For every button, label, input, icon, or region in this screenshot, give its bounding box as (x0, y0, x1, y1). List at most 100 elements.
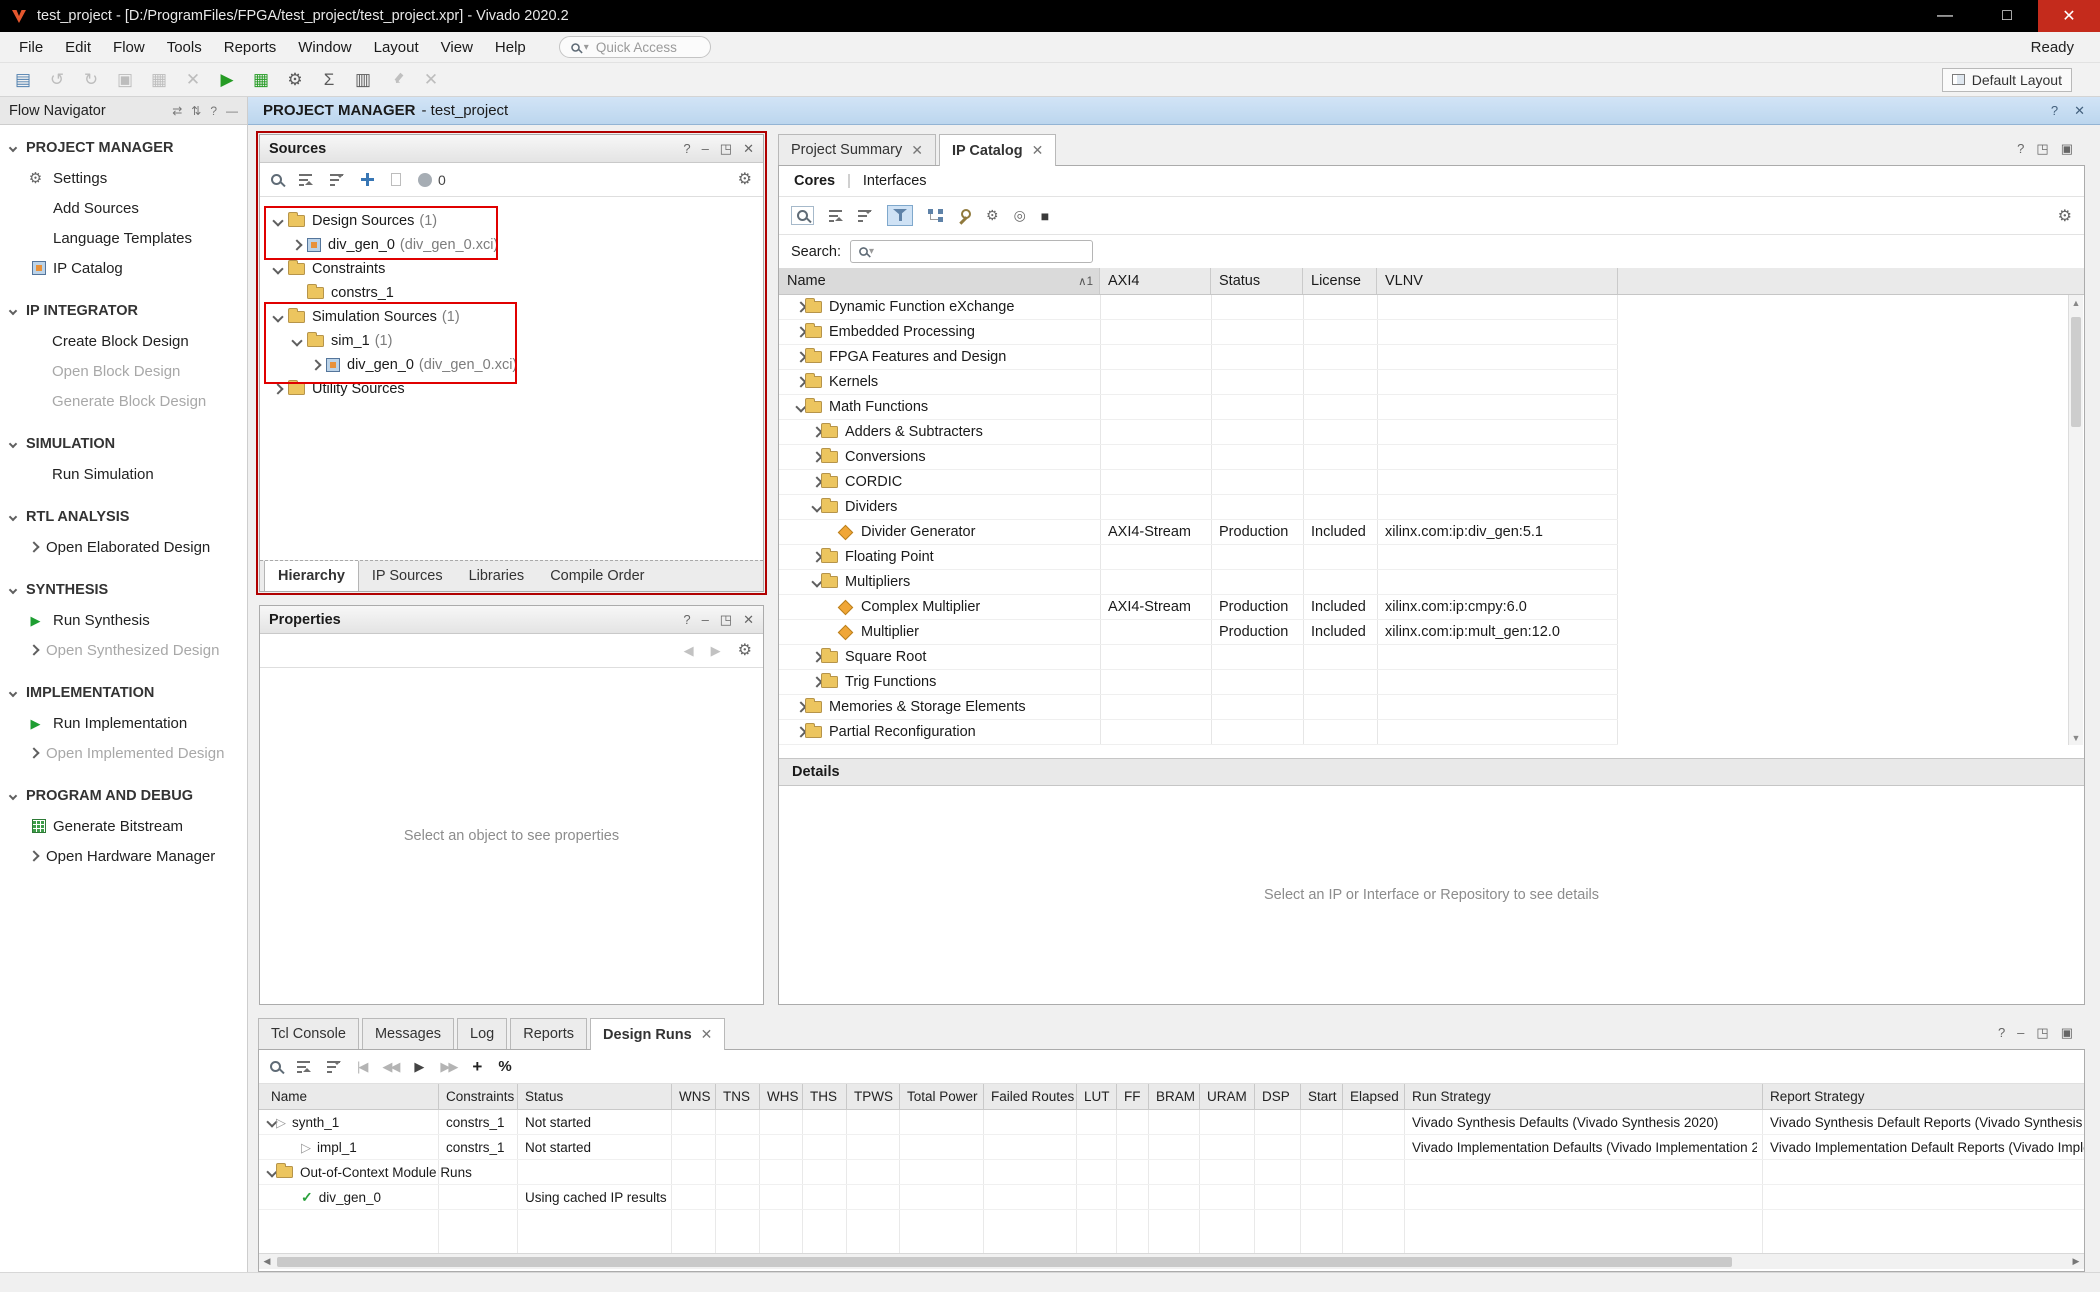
window-close-button[interactable]: ✕ (2038, 0, 2100, 32)
close-icon[interactable]: ✕ (2074, 103, 2085, 119)
bottom-tab-reports[interactable]: Reports (510, 1018, 587, 1049)
runs-column-ths[interactable]: THS (810, 1084, 837, 1109)
runs-row-synth-1[interactable]: ▷synth_1constrs_1Not startedVivado Synth… (259, 1110, 2084, 1135)
settings-gear-icon[interactable]: ⚙ (282, 67, 308, 93)
runs-column-run-strategy[interactable]: Run Strategy (1412, 1084, 1491, 1109)
flow-item-run-simulation[interactable]: Run Simulation (0, 459, 247, 489)
flow-item-ip-catalog[interactable]: IP Catalog (0, 253, 247, 283)
help-icon[interactable]: ? (683, 612, 690, 628)
runs-column-name[interactable]: Name (271, 1084, 307, 1109)
help-icon[interactable]: ? (2017, 141, 2024, 157)
ip-tree-row-multiplier[interactable]: MultiplierProductionIncludedxilinx.com:i… (779, 620, 1618, 645)
flow-item-open-elaborated-design[interactable]: Open Elaborated Design (0, 532, 247, 562)
edit-pencil-icon[interactable] (384, 67, 410, 93)
flow-item-language-templates[interactable]: Language Templates (0, 223, 247, 253)
ip-tree-row-square-root[interactable]: Square Root (779, 645, 1618, 670)
ip-tree-row-embedded-processing[interactable]: Embedded Processing (779, 320, 1618, 345)
runs-column-bram[interactable]: BRAM (1156, 1084, 1195, 1109)
flow-section-header[interactable]: SYNTHESIS (0, 575, 247, 605)
maximize-icon[interactable]: ▣ (2061, 141, 2073, 157)
source-tree-item-div-gen-0[interactable]: div_gen_0(div_gen_0.xci) (260, 233, 763, 257)
sources-tab-hierarchy[interactable]: Hierarchy (264, 561, 359, 591)
report-sigma-icon[interactable]: Σ (316, 67, 342, 93)
source-tree-item-constraints[interactable]: Constraints (260, 257, 763, 281)
group-hierarchy-icon[interactable] (928, 209, 943, 222)
sources-tab-compile-order[interactable]: Compile Order (537, 561, 657, 591)
flow-item-run-synthesis[interactable]: ▶Run Synthesis (0, 605, 247, 635)
flow-section-header[interactable]: RTL ANALYSIS (0, 502, 247, 532)
source-tree-item-simulation-sources[interactable]: Simulation Sources(1) (260, 305, 763, 329)
menu-view[interactable]: View (430, 39, 484, 56)
chevron-right-icon[interactable] (28, 644, 39, 655)
minimize-icon[interactable]: – (702, 141, 709, 157)
scrollbar-thumb[interactable] (2071, 317, 2081, 427)
sources-tab-ip-sources[interactable]: IP Sources (359, 561, 456, 591)
search-icon[interactable] (271, 174, 282, 185)
runs-column-tns[interactable]: TNS (723, 1084, 750, 1109)
float-icon[interactable]: ◳ (2036, 1025, 2048, 1041)
bottom-tab-design-runs[interactable]: Design Runs✕ (590, 1018, 725, 1050)
chevron-down-icon[interactable] (9, 513, 17, 521)
minimize-icon[interactable]: – (2017, 1025, 2024, 1041)
column-axi4[interactable]: AXI4 (1100, 268, 1211, 294)
settings-gear-icon[interactable]: ⚙ (2058, 206, 2072, 226)
column-status[interactable]: Status (1211, 268, 1303, 294)
search-icon[interactable] (270, 1061, 281, 1072)
menu-help[interactable]: Help (484, 39, 537, 56)
runs-column-total-power[interactable]: Total Power (907, 1084, 978, 1109)
maximize-icon[interactable]: ▣ (2061, 1025, 2073, 1041)
help-icon[interactable]: ? (1998, 1025, 2005, 1041)
scroll-down-icon[interactable]: ▼ (2069, 730, 2083, 745)
runs-column-ff[interactable]: FF (1124, 1084, 1141, 1109)
flow-item-open-implemented-design[interactable]: Open Implemented Design (0, 738, 247, 768)
message-count-badge[interactable]: 0 (418, 172, 446, 188)
delete-icon[interactable]: ✕ (180, 67, 206, 93)
runs-column-constraints[interactable]: Constraints (446, 1084, 514, 1109)
source-tree-item-sim-1[interactable]: sim_1(1) (260, 329, 763, 353)
paste-icon[interactable]: ▦ (146, 67, 172, 93)
close-tab-icon[interactable]: ✕ (1032, 142, 1044, 159)
ip-tree-row-multipliers[interactable]: Multipliers (779, 570, 1618, 595)
collapse-all-icon[interactable] (299, 173, 313, 186)
settings-gear-icon[interactable]: ⚙ (738, 172, 752, 188)
runs-column-whs[interactable]: WHS (767, 1084, 799, 1109)
menu-edit[interactable]: Edit (54, 39, 102, 56)
copy-icon[interactable]: ▣ (112, 67, 138, 93)
flow-section-header[interactable]: IMPLEMENTATION (0, 678, 247, 708)
percent-icon[interactable]: % (498, 1058, 511, 1075)
chevron-down-icon[interactable] (9, 792, 17, 800)
chevron-down-icon[interactable] (9, 586, 17, 594)
layout-selector[interactable]: Default Layout (1942, 68, 2072, 92)
flow-section-header[interactable]: IP INTEGRATOR (0, 296, 247, 326)
runs-column-failed-routes[interactable]: Failed Routes (991, 1084, 1074, 1109)
bottom-tab-log[interactable]: Log (457, 1018, 507, 1049)
sort-icon[interactable]: ⇅ (191, 104, 201, 118)
stop-square-icon[interactable]: ■ (1041, 208, 1049, 224)
window-maximize-button[interactable]: □ (1976, 0, 2038, 32)
ip-tree-row-dividers[interactable]: Dividers (779, 495, 1618, 520)
collapse-all-icon[interactable] (297, 1060, 311, 1073)
menu-flow[interactable]: Flow (102, 39, 156, 56)
flow-item-settings[interactable]: ⚙Settings (0, 163, 247, 193)
source-tree-item-utility-sources[interactable]: Utility Sources (260, 377, 763, 401)
runs-row-impl-1[interactable]: ▷impl_1constrs_1Not startedVivado Implem… (259, 1135, 2084, 1160)
vertical-scrollbar[interactable]: ▲ ▼ (2068, 295, 2083, 745)
ip-tree-row-dynamic-function-exchange[interactable]: Dynamic Function eXchange (779, 295, 1618, 320)
collapse-icon[interactable]: — (226, 104, 238, 118)
ip-tree-row-partial-reconfiguration[interactable]: Partial Reconfiguration (779, 720, 1618, 745)
chevron-down-icon[interactable] (9, 144, 17, 152)
horizontal-scrollbar[interactable]: ◀ ▶ (259, 1253, 2084, 1269)
chevron-down-icon[interactable] (9, 440, 17, 448)
close-tab-icon[interactable]: ✕ (701, 1026, 713, 1043)
chevron-down-icon[interactable] (272, 263, 283, 274)
expand-all-icon[interactable] (327, 1060, 341, 1073)
document-tab-project-summary[interactable]: Project Summary✕ (778, 134, 936, 165)
help-icon[interactable]: ? (210, 104, 217, 118)
scroll-up-icon[interactable]: ▲ (2069, 295, 2083, 310)
tab-cores[interactable]: Cores (794, 173, 835, 189)
bottom-tab-messages[interactable]: Messages (362, 1018, 454, 1049)
menu-tools[interactable]: Tools (156, 39, 213, 56)
runs-column-tpws[interactable]: TPWS (854, 1084, 893, 1109)
document-tab-ip-catalog[interactable]: IP Catalog✕ (939, 134, 1056, 166)
source-tree-item-design-sources[interactable]: Design Sources(1) (260, 209, 763, 233)
